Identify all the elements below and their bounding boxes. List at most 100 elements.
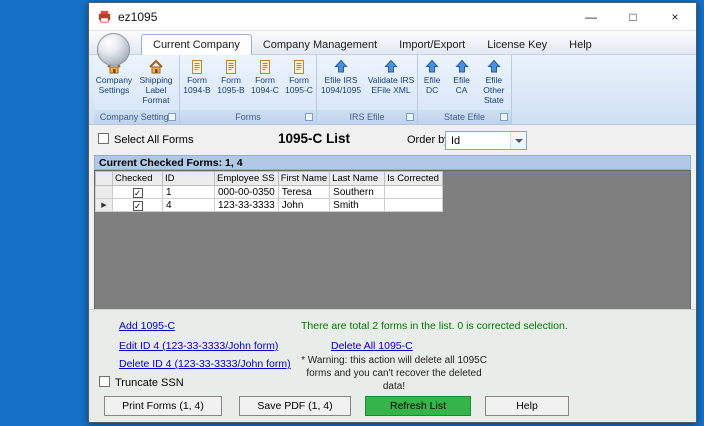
save-pdf-button[interactable]: Save PDF (1, 4) xyxy=(239,396,351,416)
tab-import-export[interactable]: Import/Export xyxy=(388,34,476,55)
id-cell[interactable]: 1 xyxy=(162,185,215,199)
current-checked-forms-header: Current Checked Forms: 1, 4 xyxy=(94,155,691,170)
table-row[interactable]: ▶ ✓ 4 123-33-3333 John Smith xyxy=(95,198,444,212)
efile-other-state-button[interactable]: Efile Other State xyxy=(477,57,511,110)
column-header-is-corrected[interactable]: Is Corrected xyxy=(384,171,444,186)
tab-license-key[interactable]: License Key xyxy=(476,34,558,55)
column-header-first-name[interactable]: First Name xyxy=(277,171,331,186)
employee-ss-cell[interactable]: 123-33-3333 xyxy=(214,198,279,212)
ribbon-group-forms: Form 1094-B Form 1095-B Form 1094-C Form… xyxy=(180,55,317,124)
upload-arrow-icon xyxy=(454,59,469,73)
actions-panel: Add 1095-C There are total 2 forms in th… xyxy=(89,309,696,422)
print-forms-button[interactable]: Print Forms (1, 4) xyxy=(104,396,222,416)
truncate-ssn-checkbox[interactable]: Truncate SSN xyxy=(99,376,184,389)
ribbon-button-label: Company Settings xyxy=(95,75,133,95)
upload-arrow-icon xyxy=(334,59,348,73)
edit-form-link[interactable]: Edit ID 4 (123-33-3333/John form) xyxy=(119,340,278,352)
page-title: 1095-C List xyxy=(277,131,351,146)
order-by-value: Id xyxy=(451,134,461,147)
ribbon-button-label: Form 1095-C xyxy=(285,75,313,95)
add-1095c-link[interactable]: Add 1095-C xyxy=(119,320,175,332)
home-icon xyxy=(149,59,163,74)
tab-current-company[interactable]: Current Company xyxy=(141,34,252,55)
last-name-cell[interactable]: Southern xyxy=(329,185,386,199)
app-window: ez1095 — □ × Current Company Company Man… xyxy=(88,2,697,423)
ribbon-group-irs-efile: Efile IRS 1094/1095 Validate IRS EFile X… xyxy=(317,55,418,124)
checkbox-box[interactable] xyxy=(99,376,110,387)
efile-irs-button[interactable]: Efile IRS 1094/1095 xyxy=(318,57,365,110)
ribbon-button-label: Form 1095-B xyxy=(217,75,245,95)
ribbon-button-label: Validate IRS EFile XML xyxy=(367,75,415,95)
tab-company-management[interactable]: Company Management xyxy=(252,34,388,55)
table-row[interactable]: ✓ 1 000-00-0350 Teresa Southern xyxy=(95,185,444,199)
group-label: State Efile xyxy=(443,112,486,122)
maximize-button[interactable]: □ xyxy=(612,3,654,30)
efile-dc-button[interactable]: Efile DC xyxy=(418,57,446,110)
order-by-dropdown[interactable]: Id xyxy=(445,131,527,150)
delete-warning-text: * Warning: this action will delete all 1… xyxy=(301,355,487,392)
ribbon-button-label: Efile DC xyxy=(423,75,441,95)
app-icon xyxy=(98,10,111,23)
row-checkbox[interactable]: ✓ xyxy=(132,187,143,198)
ribbon-button-label: Efile CA xyxy=(453,75,470,95)
form-1095c-button[interactable]: Form 1095-C xyxy=(283,57,316,110)
column-header-checked[interactable]: Checked xyxy=(112,171,163,186)
checked-cell[interactable]: ✓ xyxy=(112,198,163,212)
row-selector[interactable] xyxy=(95,185,113,199)
form-icon xyxy=(226,60,236,74)
is-corrected-cell[interactable] xyxy=(384,198,444,212)
checked-cell[interactable]: ✓ xyxy=(112,185,163,199)
form-1094c-button[interactable]: Form 1094-C xyxy=(249,57,282,110)
ribbon-button-label: Shipping Label Format xyxy=(139,75,173,105)
minimize-button[interactable]: — xyxy=(570,3,612,30)
row-selector-header xyxy=(95,171,113,186)
ribbon-button-label: Efile Other State xyxy=(483,75,505,105)
shipping-label-format-button[interactable]: Shipping Label Format xyxy=(134,57,178,110)
ribbon-button-label: Form 1094-C xyxy=(251,75,279,95)
dialog-launcher-icon[interactable] xyxy=(500,113,508,121)
row-selector[interactable]: ▶ xyxy=(95,198,113,212)
column-header-id[interactable]: ID xyxy=(162,171,215,186)
ribbon-group-company-settings: Company Settings Shipping Label Format C… xyxy=(94,55,180,124)
title-bar: ez1095 — □ × xyxy=(89,3,696,31)
validate-irs-efile-xml-button[interactable]: Validate IRS EFile XML xyxy=(366,57,417,110)
employee-ss-cell[interactable]: 000-00-0350 xyxy=(214,185,279,199)
upload-arrow-icon xyxy=(425,59,439,73)
upload-arrow-icon xyxy=(487,59,501,73)
table-header-row: Checked ID Employee SS First Name Last N… xyxy=(95,171,444,186)
form-icon xyxy=(192,60,202,74)
group-label: Forms xyxy=(235,112,261,122)
is-corrected-cell[interactable] xyxy=(384,185,444,199)
chevron-down-icon xyxy=(510,132,526,149)
checkbox-box[interactable] xyxy=(98,133,109,144)
column-header-employee-ss[interactable]: Employee SS xyxy=(214,171,279,186)
last-name-cell[interactable]: Smith xyxy=(329,198,386,212)
column-header-last-name[interactable]: Last Name xyxy=(329,171,386,186)
row-checkbox[interactable]: ✓ xyxy=(132,200,143,211)
dialog-launcher-icon[interactable] xyxy=(168,113,176,121)
select-all-forms-label: Select All Forms xyxy=(114,134,194,146)
first-name-cell[interactable]: Teresa xyxy=(277,185,331,199)
form-1095b-button[interactable]: Form 1095-B xyxy=(215,57,248,110)
ribbon-tab-strip: Current Company Company Management Impor… xyxy=(89,31,696,55)
help-button[interactable]: Help xyxy=(485,396,569,416)
dialog-launcher-icon[interactable] xyxy=(406,113,414,121)
close-button[interactable]: × xyxy=(654,3,696,30)
delete-all-1095c-link[interactable]: Delete All 1095-C xyxy=(331,340,413,352)
dialog-launcher-icon[interactable] xyxy=(305,113,313,121)
order-by-label: Order by xyxy=(407,134,450,146)
id-cell[interactable]: 4 xyxy=(162,198,215,212)
current-checked-forms-text: Current Checked Forms: 1, 4 xyxy=(99,156,243,169)
application-orb[interactable] xyxy=(97,33,130,66)
group-label: IRS Efile xyxy=(349,112,385,122)
ribbon-button-label: Efile IRS 1094/1095 xyxy=(320,75,362,95)
select-all-forms-checkbox[interactable]: Select All Forms xyxy=(98,133,193,146)
first-name-cell[interactable]: John xyxy=(277,198,331,212)
efile-ca-button[interactable]: Efile CA xyxy=(447,57,475,110)
form-1094b-button[interactable]: Form 1094-B xyxy=(181,57,214,110)
delete-form-link[interactable]: Delete ID 4 (123-33-3333/John form) xyxy=(119,358,291,370)
forms-grid-area: Checked ID Employee SS First Name Last N… xyxy=(94,170,691,311)
tab-help[interactable]: Help xyxy=(558,34,603,55)
refresh-list-button[interactable]: Refresh List xyxy=(365,396,471,416)
window-title: ez1095 xyxy=(118,9,158,24)
